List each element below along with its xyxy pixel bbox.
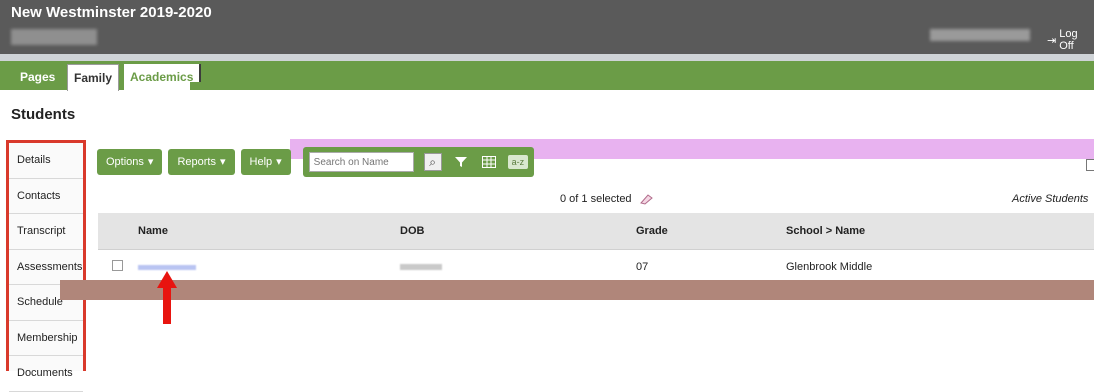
grade-cell: 07 <box>636 249 786 284</box>
help-button[interactable]: Help ▾ <box>240 149 291 175</box>
sort-az-button[interactable]: a-z <box>507 155 529 169</box>
reports-label: Reports <box>177 156 216 168</box>
pointer-arrow-shaft <box>163 286 171 324</box>
reports-button[interactable]: Reports ▾ <box>168 149 235 175</box>
tab-bar-stripe <box>0 54 1094 61</box>
eraser-icon[interactable] <box>638 193 654 205</box>
log-off-button[interactable]: ⇥ Log Off <box>1047 28 1094 52</box>
school-cell: Glenbrook Middle <box>786 249 1094 284</box>
row-select-cell <box>98 249 138 284</box>
column-header-school[interactable]: School > Name <box>786 213 1094 250</box>
side-nav: Details Contacts Transcript Assessments … <box>6 140 86 392</box>
row-checkbox[interactable] <box>112 259 123 271</box>
top-header: New Westminster 2019-2020 ⇥ Log Off <box>0 0 1094 54</box>
side-item-documents[interactable]: Documents <box>9 356 83 392</box>
table-row[interactable]: 07 Glenbrook Middle <box>98 249 1094 284</box>
table-header-row: Name DOB Grade School > Name <box>98 213 1094 250</box>
top-tab-bar: Pages Family Academics <box>0 54 1094 91</box>
side-item-details[interactable]: Details <box>9 143 83 179</box>
redacted-dob <box>400 263 442 270</box>
name-cell <box>138 249 400 284</box>
dob-cell <box>400 249 636 284</box>
students-table: Name DOB Grade School > Name 07 Glenbroo… <box>98 213 1094 284</box>
chevron-down-icon: ▾ <box>276 156 282 168</box>
select-column-header <box>98 213 138 250</box>
help-label: Help <box>249 156 273 168</box>
chevron-down-icon: ▾ <box>219 156 226 168</box>
side-item-transcript[interactable]: Transcript <box>9 214 83 250</box>
render-artifact-stripe <box>60 280 1094 300</box>
search-input[interactable] <box>308 152 414 172</box>
selection-status: 0 of 1 selected <box>560 193 654 205</box>
active-students-filter[interactable]: Active Students <box>1012 193 1088 205</box>
log-off-label: Log Off <box>1059 28 1078 52</box>
log-off-icon: ⇥ <box>1047 34 1057 47</box>
selected-count-text: 0 of 1 selected <box>560 193 632 205</box>
options-label: Options <box>106 156 144 168</box>
search-icon[interactable]: ⌕ <box>423 153 442 171</box>
side-item-contacts[interactable]: Contacts <box>9 179 83 214</box>
page-options-icon[interactable] <box>1086 159 1094 171</box>
page-title: Students <box>11 106 76 123</box>
grid-view-icon[interactable] <box>480 153 498 171</box>
tab-pages[interactable]: Pages <box>14 64 61 90</box>
tab-family[interactable]: Family <box>67 64 120 91</box>
side-item-membership[interactable]: Membership <box>9 321 83 356</box>
app-title: New Westminster 2019-2020 <box>11 4 212 21</box>
redacted-user-name <box>930 29 1030 41</box>
column-header-name[interactable]: Name <box>138 213 400 250</box>
column-header-dob[interactable]: DOB <box>400 213 636 250</box>
list-toolbar: Options ▾ Reports ▾ Help ▾ ⌕ a-z <box>97 147 535 177</box>
search-group: ⌕ a-z <box>302 147 535 177</box>
options-button[interactable]: Options ▾ <box>97 149 163 175</box>
filter-icon[interactable] <box>452 153 470 171</box>
tab-underline <box>190 82 1094 90</box>
chevron-down-icon: ▾ <box>147 156 154 168</box>
column-header-grade[interactable]: Grade <box>636 213 786 250</box>
student-name-link[interactable] <box>138 264 196 270</box>
redacted-user-info <box>11 29 97 45</box>
